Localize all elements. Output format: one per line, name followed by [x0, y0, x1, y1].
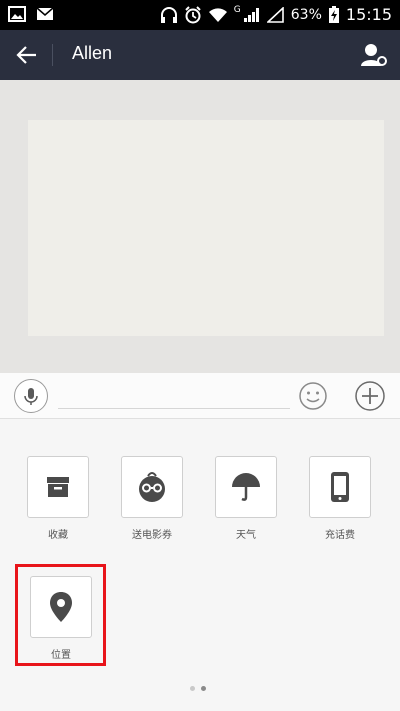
message-input[interactable] — [58, 383, 290, 409]
voice-button[interactable] — [14, 379, 48, 413]
archive-box-icon — [47, 477, 69, 497]
back-arrow-icon[interactable] — [14, 42, 40, 68]
status-bar: G 63% 15:15 — [0, 0, 400, 30]
battery-charging-icon — [328, 5, 339, 23]
plus-icon[interactable] — [354, 380, 386, 412]
menu-item-weather[interactable]: 天气 — [198, 456, 294, 541]
chat-header: Allen — [0, 30, 400, 80]
headphones-icon — [160, 6, 177, 23]
chat-area — [0, 80, 400, 373]
mail-icon — [36, 7, 54, 20]
movie-ticket-tile — [121, 456, 183, 518]
movie-ticket-face-icon — [139, 472, 165, 502]
menu-item-label: 收藏 — [48, 530, 68, 541]
favorites-tile — [27, 456, 89, 518]
chat-content-placeholder — [28, 120, 384, 336]
wifi-icon — [208, 7, 227, 22]
page-dot-1[interactable] — [190, 686, 195, 691]
battery-percent: 63% — [290, 6, 322, 23]
menu-item-label: 天气 — [236, 530, 256, 541]
menu-item-movie-ticket[interactable]: 送电影券 — [104, 456, 200, 541]
no-signal-icon — [266, 6, 284, 23]
menu-item-phone-credit[interactable]: 充话费 — [292, 456, 388, 541]
phone-icon — [331, 472, 349, 502]
alarm-icon — [185, 5, 201, 23]
message-input-bar — [0, 373, 400, 419]
network-type: G — [233, 5, 241, 15]
page-dot-2[interactable] — [201, 686, 206, 691]
clock: 15:15 — [345, 5, 392, 24]
microphone-icon — [24, 388, 38, 405]
menu-item-label: 充话费 — [325, 530, 355, 541]
phone-credit-tile — [309, 456, 371, 518]
header-divider — [52, 44, 53, 66]
gallery-icon — [8, 6, 26, 22]
emoji-icon[interactable] — [298, 381, 328, 411]
menu-item-favorites[interactable]: 收藏 — [10, 456, 106, 541]
contact-name: Allen — [72, 43, 113, 63]
umbrella-icon — [232, 473, 260, 501]
signal-icon — [243, 7, 259, 22]
menu-item-label: 送电影券 — [132, 530, 172, 541]
page-indicator — [190, 686, 206, 691]
weather-tile — [215, 456, 277, 518]
location-highlight-box — [15, 564, 106, 666]
contact-profile-icon[interactable] — [360, 42, 388, 68]
